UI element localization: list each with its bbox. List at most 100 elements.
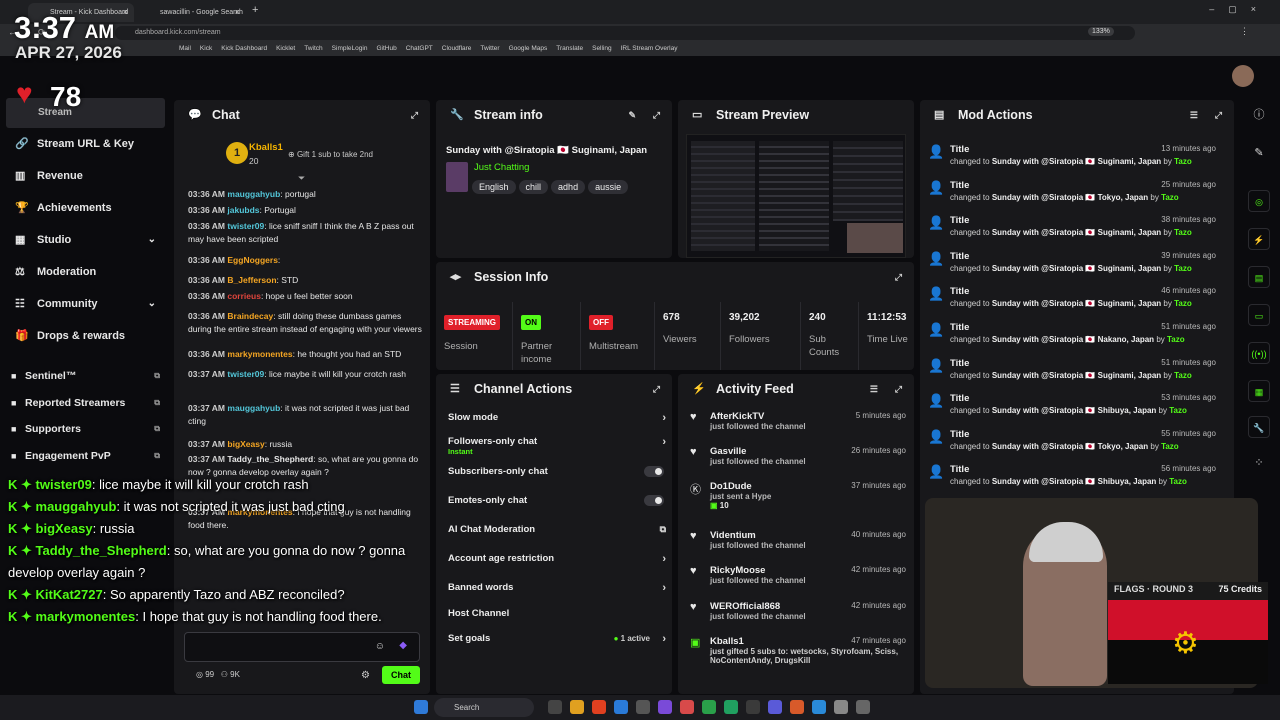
task-view-icon[interactable] (548, 700, 562, 714)
filter-icon[interactable]: ☰ (870, 374, 878, 404)
chat-icon[interactable]: ▭ (1248, 304, 1270, 326)
channel-action-set-goals[interactable]: Set goals › ● 1 active (448, 633, 666, 657)
excel-icon[interactable] (724, 700, 738, 714)
toggle-switch[interactable] (644, 466, 664, 477)
bookmark-item[interactable]: GitHub (376, 45, 396, 52)
channel-action-account-age-restriction[interactable]: Account age restriction › (448, 553, 666, 577)
sidebar-item-achievements[interactable]: 🏆 Achievements (0, 196, 168, 220)
sidebar-item-community[interactable]: ☷ Community ⌄ (0, 292, 168, 316)
channel-action-slow-mode[interactable]: Slow mode › (448, 412, 666, 436)
layout-icon[interactable]: ▦ (1248, 380, 1270, 402)
app-icon[interactable] (790, 700, 804, 714)
external-link-icon[interactable]: ⧉ (154, 446, 160, 466)
sidebar-item-revenue[interactable]: ▥ Revenue (0, 164, 168, 188)
toggle-switch[interactable] (644, 495, 664, 506)
chat-username[interactable]: Taddy_the_Shepherd (227, 454, 313, 464)
bookmark-item[interactable]: SimpleLogin (332, 45, 368, 52)
external-link-icon[interactable]: ⧉ (660, 524, 666, 535)
moderator-name[interactable]: Tazo (1167, 335, 1185, 344)
window-controls[interactable]: –▢× (1209, 4, 1270, 15)
moderator-name[interactable]: Tazo (1174, 228, 1192, 237)
browser-icon[interactable] (592, 700, 606, 714)
channel-action-ai-chat-moderation[interactable]: AI Chat Moderation ⧉ (448, 524, 666, 548)
bookmark-item[interactable]: Mail (179, 45, 191, 52)
stream-preview-video[interactable] (686, 134, 906, 258)
broadcast-icon[interactable]: ((•)) (1248, 342, 1270, 364)
avatar[interactable] (1232, 65, 1254, 87)
gift-sub-link[interactable]: ⊕ Gift 1 sub to take 2nd (288, 150, 373, 159)
sidebar-item-studio[interactable]: ▦ Studio ⌄ (0, 228, 168, 252)
bookmark-item[interactable]: Twitch (304, 45, 322, 52)
bookmark-item[interactable]: Kick Dashboard (221, 45, 267, 52)
bookmark-item[interactable]: IRL Stream Overlay (621, 45, 678, 52)
bookmark-item[interactable]: Twitter (480, 45, 499, 52)
moderator-name[interactable]: Tazo (1174, 157, 1192, 166)
bookmark-item[interactable]: Google Maps (509, 45, 548, 52)
wrench-icon[interactable]: 🔧 (1248, 416, 1270, 438)
bookmark-item[interactable]: Selling (592, 45, 612, 52)
chat-username[interactable]: mauggahyub (227, 403, 280, 413)
app-icon[interactable] (680, 700, 694, 714)
sidebar-ext-1[interactable]: ■ Reported Streamers ⧉ (0, 393, 168, 413)
close-icon[interactable]: × (235, 3, 240, 22)
document-icon[interactable]: ▤ (1248, 266, 1270, 288)
chat-username[interactable]: jakubds (227, 205, 259, 215)
sidebar-item-moderation[interactable]: ⚖ Moderation (0, 260, 168, 284)
expand-icon[interactable]: ⤢ (411, 100, 418, 130)
chevron-right-icon[interactable]: › (662, 412, 666, 424)
chat-username[interactable]: markymonentes (227, 349, 292, 359)
chat-send-button[interactable]: Chat (382, 666, 420, 684)
bolt-icon[interactable]: ⚡ (1248, 228, 1270, 250)
url-input[interactable]: dashboard.kick.com/stream (115, 26, 1135, 40)
channel-action-host-channel[interactable]: Host Channel (448, 608, 666, 632)
moderator-name[interactable]: Tazo (1174, 299, 1192, 308)
channel-action-followers-only-chat[interactable]: Followers-only chat Instant › (448, 436, 666, 460)
chat-username[interactable]: corrieus (227, 291, 261, 301)
moderator-name[interactable]: Tazo (1169, 406, 1187, 415)
windows-start-icon[interactable] (414, 700, 428, 714)
chat-username[interactable]: EggNoggers (227, 255, 278, 265)
app-icon[interactable] (812, 700, 826, 714)
app-icon[interactable] (856, 700, 870, 714)
bookmark-item[interactable]: ChatGPT (406, 45, 433, 52)
moderator-name[interactable]: Tazo (1174, 371, 1192, 380)
obs-icon[interactable] (658, 700, 672, 714)
chat-username[interactable]: twister09 (227, 369, 264, 379)
app-icon[interactable] (746, 700, 760, 714)
chat-username[interactable]: Braindecay (227, 311, 273, 321)
chat-username[interactable]: mauggahyub (227, 189, 280, 199)
kick-emote-icon[interactable]: ◆ (399, 640, 407, 651)
filter-icon[interactable]: ☰ (1190, 100, 1198, 130)
discord-icon[interactable] (768, 700, 782, 714)
expand-icon[interactable]: ⤢ (895, 262, 902, 292)
chevron-down-icon[interactable]: ⌄ (148, 292, 156, 316)
chat-input[interactable]: ☺ ◆ (184, 632, 420, 662)
tab-google-search[interactable]: sawacillin - Google Search × (138, 3, 246, 22)
expand-icon[interactable]: ⤢ (653, 100, 660, 130)
settings-icon[interactable]: ⚙ (361, 670, 370, 681)
chevron-right-icon[interactable]: › (662, 553, 666, 565)
sidebar-ext-3[interactable]: ■ Engagement PvP ⧉ (0, 446, 168, 466)
emoji-icon[interactable]: ☺ (375, 641, 385, 652)
terminal-icon[interactable] (636, 700, 650, 714)
info-icon[interactable]: ⓘ (1248, 104, 1270, 126)
close-icon[interactable]: × (123, 3, 128, 22)
zoom-badge[interactable]: 133% (1088, 27, 1114, 36)
expand-icon[interactable]: ⤢ (895, 374, 902, 404)
channel-action-banned-words[interactable]: Banned words › (448, 582, 666, 606)
dots-icon[interactable]: ⁘ (1248, 452, 1270, 474)
bookmark-item[interactable]: Cloudflare (442, 45, 472, 52)
sidebar-ext-2[interactable]: ■ Supporters ⧉ (0, 419, 168, 439)
app-icon[interactable] (834, 700, 848, 714)
external-link-icon[interactable]: ⧉ (154, 366, 160, 386)
bookmark-item[interactable]: Translate (556, 45, 583, 52)
edit-icon[interactable]: ✎ (628, 100, 636, 130)
scroll-down-icon[interactable]: ⏷ (298, 173, 305, 184)
bookmark-item[interactable]: Kick (200, 45, 212, 52)
chevron-right-icon[interactable]: › (662, 436, 666, 448)
taskbar-search[interactable]: Search (434, 698, 534, 717)
chevron-right-icon[interactable]: › (662, 582, 666, 594)
external-link-icon[interactable]: ⧉ (154, 393, 160, 413)
sidebar-item-drops-rewards[interactable]: 🎁 Drops & rewards (0, 324, 168, 348)
target-icon[interactable]: ◎ (1248, 190, 1270, 212)
